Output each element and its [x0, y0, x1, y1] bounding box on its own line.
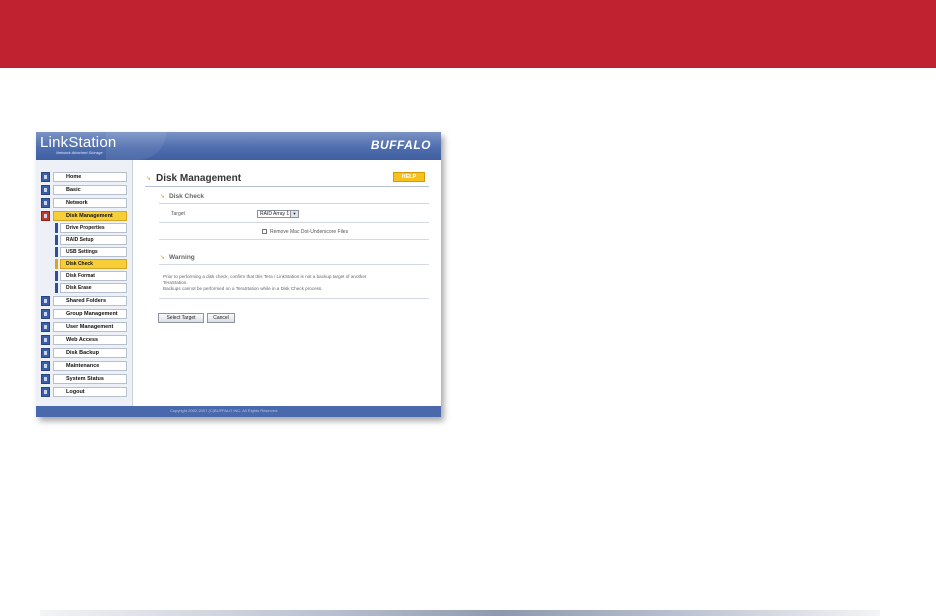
target-select[interactable]: RAID Array 1 ▼ — [257, 210, 299, 218]
sidebar: Home Basic Network Disk Management Drive… — [36, 160, 133, 406]
top-banner — [0, 0, 936, 68]
page-title: Disk Management — [156, 173, 242, 184]
section-divider — [159, 298, 429, 299]
subitem-marker — [55, 259, 58, 269]
sidebar-subitem-label: Disk Check — [60, 259, 127, 269]
sidebar-item-label: Basic — [53, 185, 127, 195]
bottom-decoration — [40, 610, 880, 616]
user-icon — [41, 322, 50, 332]
title-divider — [145, 186, 429, 187]
copyright-text: Copyright 2002-2007 (C)BUFFALO INC. All … — [170, 408, 279, 413]
sidebar-item-label: Group Management — [53, 309, 127, 319]
arrow-icon: ➘ — [160, 255, 166, 261]
section-divider — [159, 239, 429, 240]
select-target-button[interactable]: Select Target — [158, 313, 204, 323]
sidebar-subitem-label: Drive Properties — [60, 223, 127, 233]
web-access-icon — [41, 335, 50, 345]
chevron-down-icon: ▼ — [290, 211, 298, 217]
remove-mac-files-checkbox[interactable] — [262, 229, 267, 234]
footer: Copyright 2002-2007 (C)BUFFALO INC. All … — [36, 406, 441, 417]
sidebar-item-label: Web Access — [53, 335, 127, 345]
home-icon — [41, 172, 50, 182]
sidebar-item-label: Disk Management — [53, 211, 127, 221]
row-divider — [159, 222, 429, 223]
group-icon — [41, 309, 50, 319]
sidebar-subitem-label: Disk Format — [60, 271, 127, 281]
buffalo-logo: BUFFALO — [370, 138, 431, 152]
sidebar-item-label: Maintenance — [53, 361, 127, 371]
app-header: LinkStation Network Attached Storage BUF… — [36, 132, 441, 160]
cancel-button[interactable]: Cancel — [207, 313, 235, 323]
sidebar-item-label: Shared Folders — [53, 296, 127, 306]
network-icon — [41, 198, 50, 208]
sidebar-item-label: Logout — [53, 387, 127, 397]
sidebar-subitem-label: RAID Setup — [60, 235, 127, 245]
sidebar-subitem-label: USB Settings — [60, 247, 127, 257]
warning-text: Prior to performing a disk check, confir… — [163, 274, 418, 292]
status-icon — [41, 374, 50, 384]
subitem-marker — [55, 247, 58, 257]
maintenance-icon — [41, 361, 50, 371]
main-content: ➘ Disk Management HELP ➘ Disk Check Targ… — [133, 160, 441, 406]
sidebar-item-label: Disk Backup — [53, 348, 127, 358]
sidebar-item-label: User Management — [53, 322, 127, 332]
subitem-marker — [55, 223, 58, 233]
help-button[interactable]: HELP — [393, 172, 425, 182]
basic-icon — [41, 185, 50, 195]
target-label: Target — [171, 211, 185, 217]
sidebar-item-label: Network — [53, 198, 127, 208]
section-divider — [159, 203, 429, 204]
target-select-value: RAID Array 1 — [260, 211, 290, 217]
disk-icon — [41, 211, 50, 221]
logout-icon — [41, 387, 50, 397]
arrow-icon: ➘ — [146, 176, 152, 182]
sidebar-subitem-label: Disk Erase — [60, 283, 127, 293]
backup-icon — [41, 348, 50, 358]
logo-tagline: Network Attached Storage — [56, 150, 103, 155]
linkstation-logo: LinkStation — [40, 134, 117, 151]
linkstation-screenshot: LinkStation Network Attached Storage BUF… — [36, 132, 441, 417]
arrow-icon: ➘ — [160, 194, 166, 200]
warning-line: Backups cannot be performed on a TeraSta… — [163, 286, 323, 291]
subitem-marker — [55, 271, 58, 281]
section-title-warning: Warning — [169, 254, 195, 261]
subitem-marker — [55, 235, 58, 245]
sidebar-item-label: Home — [53, 172, 127, 182]
subitem-marker — [55, 283, 58, 293]
folder-icon — [41, 296, 50, 306]
sidebar-item-label: System Status — [53, 374, 127, 384]
section-divider — [159, 264, 429, 265]
remove-mac-files-label: Remove Mac Dot-Underscore Files — [270, 229, 349, 235]
section-title-disk-check: Disk Check — [169, 193, 205, 200]
